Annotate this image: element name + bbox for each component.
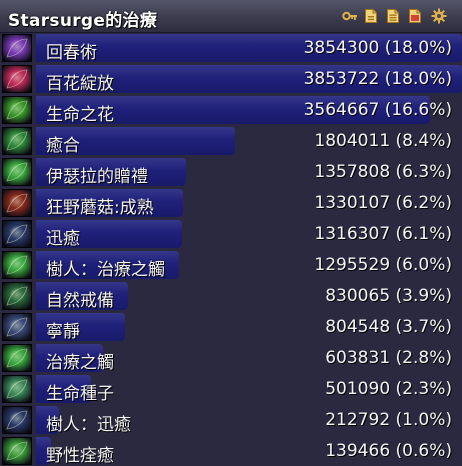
title-bar[interactable]: Starsurge的治療	[0, 0, 462, 33]
table-row[interactable]: 迅癒 1316307 (6.1%)	[0, 219, 462, 250]
healing-amount: 804548 (3.7%)	[325, 317, 452, 337]
ysera-gift-icon	[2, 158, 32, 186]
natures-vigil-icon	[2, 282, 32, 310]
healing-touch-icon	[2, 344, 32, 372]
document-red-icon[interactable]	[407, 8, 423, 24]
table-row[interactable]: 治療之觸 603831 (2.8%)	[0, 343, 462, 374]
spell-name: 治療之觸	[46, 353, 114, 373]
spell-name: 生命之花	[46, 105, 114, 125]
healing-amount: 1316307 (6.1%)	[314, 224, 452, 244]
lifebloom-icon	[2, 65, 32, 93]
treant-healing-touch-icon	[2, 251, 32, 279]
healing-amount: 1357808 (6.3%)	[314, 162, 452, 182]
spell-name: 野性痊癒	[46, 446, 114, 466]
table-row[interactable]: 生命之花 3564667 (16.6%)	[0, 95, 462, 126]
table-row[interactable]: 百花綻放 3853722 (18.0%)	[0, 64, 462, 95]
healing-amount: 501090 (2.3%)	[325, 379, 452, 399]
swiftmend-icon	[2, 220, 32, 248]
spell-name: 生命種子	[46, 384, 114, 404]
table-row[interactable]: 伊瑟拉的贈禮 1357808 (6.3%)	[0, 157, 462, 188]
regrowth-icon	[2, 127, 32, 155]
table-row[interactable]: 野性痊癒 139466 (0.6%)	[0, 436, 462, 466]
healing-amount: 1295529 (6.0%)	[314, 255, 452, 275]
healing-amount: 1330107 (6.2%)	[314, 193, 452, 213]
healing-amount: 830065 (3.9%)	[325, 286, 452, 306]
table-row[interactable]: 寧靜 804548 (3.7%)	[0, 312, 462, 343]
healing-amount: 3854300 (18.0%)	[303, 38, 452, 58]
healing-amount: 139466 (0.6%)	[325, 441, 452, 461]
document-lines-icon[interactable]	[385, 8, 401, 24]
wild-mushroom-icon	[2, 189, 32, 217]
spell-name: 百花綻放	[46, 74, 114, 94]
healing-amount: 603831 (2.8%)	[325, 348, 452, 368]
table-row[interactable]: 回春術 3854300 (18.0%)	[0, 33, 462, 64]
spell-name: 樹人：治療之觸	[46, 260, 165, 280]
table-row[interactable]: 生命種子 501090 (2.3%)	[0, 374, 462, 405]
healing-amount: 3564667 (16.6%)	[303, 100, 452, 120]
table-row[interactable]: 癒合 1804011 (8.4%)	[0, 126, 462, 157]
healing-amount: 3853722 (18.0%)	[303, 69, 452, 89]
spell-name: 回春術	[46, 43, 97, 63]
healing-rows: 回春術 3854300 (18.0%) 百花綻放 3853722 (18.0%) 生命之…	[0, 33, 462, 466]
spell-name: 狂野蘑菇:成熟	[46, 198, 154, 218]
window-title: Starsurge的治療	[8, 11, 158, 31]
table-row[interactable]: 樹人：迅癒 212792 (1.0%)	[0, 405, 462, 436]
treant-swiftmend-icon	[2, 406, 32, 434]
living-seed-icon	[2, 375, 32, 403]
key-icon[interactable]	[342, 8, 358, 24]
lifebloom-flower-icon	[2, 96, 32, 124]
table-row[interactable]: 樹人：治療之觸 1295529 (6.0%)	[0, 250, 462, 281]
table-row[interactable]: 狂野蘑菇:成熟 1330107 (6.2%)	[0, 188, 462, 219]
spell-name: 癒合	[46, 136, 80, 156]
tranquility-icon	[2, 313, 32, 341]
spell-name: 寧靜	[46, 322, 80, 342]
healing-amount: 1804011 (8.4%)	[314, 131, 452, 151]
wild-growth-icon	[2, 437, 32, 465]
gear-icon[interactable]	[431, 8, 447, 24]
table-row[interactable]: 自然戒備 830065 (3.9%)	[0, 281, 462, 312]
rejuvenation-icon	[2, 34, 32, 62]
spell-name: 樹人：迅癒	[46, 415, 131, 435]
spell-name: 伊瑟拉的贈禮	[46, 167, 148, 187]
spell-name: 自然戒備	[46, 291, 114, 311]
spell-name: 迅癒	[46, 229, 80, 249]
healing-meter-window: Starsurge的治療 回春術 3854300 (18.0%) 百花綻放 38…	[0, 0, 462, 466]
healing-amount: 212792 (1.0%)	[325, 410, 452, 430]
document-icon[interactable]	[363, 8, 379, 24]
